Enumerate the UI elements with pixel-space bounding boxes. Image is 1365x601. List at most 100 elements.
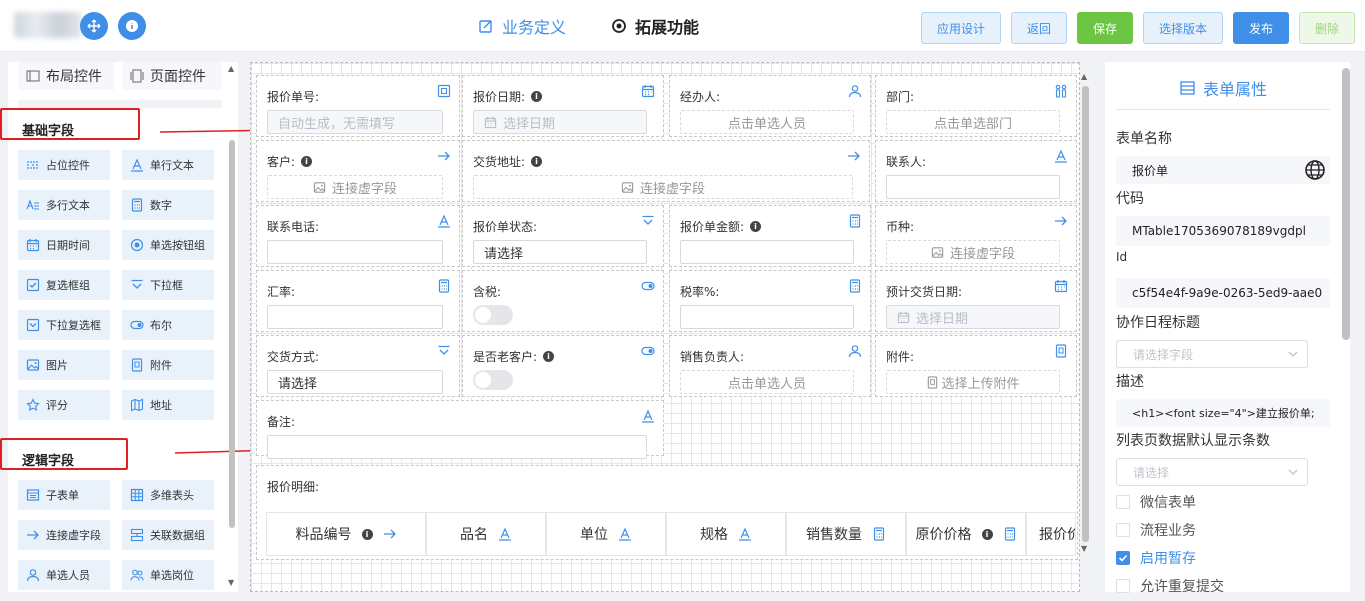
table-header-cell[interactable]: 单位 — [546, 512, 666, 556]
tab-layout-controls[interactable]: 布局控件 — [18, 62, 114, 90]
user-icon — [848, 344, 862, 358]
field-rate[interactable]: 汇率: — [256, 270, 460, 332]
field-est-delivery[interactable]: 预计交货日期: 选择日期 — [875, 270, 1077, 332]
star-icon — [26, 398, 40, 412]
field-handler[interactable]: 经办人: 点击单选人员 — [669, 75, 871, 137]
move-button[interactable] — [80, 12, 108, 40]
form-name-field[interactable]: 报价单 — [1116, 156, 1330, 184]
checkbox[interactable] — [1116, 523, 1130, 537]
schedule-title-select[interactable]: 请选择字段 — [1116, 340, 1308, 368]
field-delivery-addr[interactable]: 交货地址: i 连接虚字段 — [462, 140, 870, 202]
component-grid[interactable]: 多维表头 — [122, 480, 214, 510]
field-currency[interactable]: 币种: 连接虚字段 — [875, 205, 1077, 267]
component-radio[interactable]: 单选按钮组 — [122, 230, 214, 260]
component-star[interactable]: 评分 — [18, 390, 110, 420]
save-button[interactable]: 保存 — [1077, 12, 1133, 44]
table-header-cell[interactable]: 销售数量 — [786, 512, 906, 556]
field-delivery-method[interactable]: 交货方式: 请选择 — [256, 335, 460, 397]
component-dropdown-checkbox[interactable]: 下拉复选框 — [18, 310, 110, 340]
component-arrow-right[interactable]: 连接虚字段 — [18, 520, 110, 550]
component-image[interactable]: 图片 — [18, 350, 110, 380]
field-input[interactable]: 自动生成，无需填写 — [267, 110, 443, 134]
toggle-switch[interactable] — [473, 305, 513, 325]
component-toggle[interactable]: 布尔 — [122, 310, 214, 340]
field-remark[interactable]: 备注: — [256, 400, 664, 459]
tab-business-definition[interactable]: 业务定义 — [478, 14, 566, 38]
table-header-cell[interactable]: 原价价格 i — [906, 512, 1026, 556]
field-tax[interactable]: 含税: — [462, 270, 664, 332]
select-person-input[interactable]: 点击单选人员 — [680, 110, 854, 134]
field-tax-rate[interactable]: 税率%: — [669, 270, 871, 332]
rows-select[interactable]: 请选择 — [1116, 458, 1308, 486]
checkbox[interactable] — [1116, 579, 1130, 593]
field-phone[interactable]: 联系电话: — [256, 205, 460, 267]
app-design-button[interactable]: 应用设计 — [921, 12, 1001, 44]
component-user[interactable]: 单选人员 — [18, 560, 110, 590]
field-quote-date[interactable]: 报价日期: i 选择日期 — [462, 75, 664, 137]
toggle-switch[interactable] — [473, 370, 513, 390]
component-map[interactable]: 地址 — [122, 390, 214, 420]
table-header-cell[interactable]: 品名 — [426, 512, 546, 556]
code-field[interactable]: MTable1705369078189vgdpl — [1116, 216, 1330, 246]
text-input[interactable] — [267, 240, 443, 264]
field-customer[interactable]: 客户: i 连接虚字段 — [256, 140, 460, 202]
field-status[interactable]: 报价单状态: 请选择 — [462, 205, 664, 267]
id-field[interactable]: c5f54e4f-9a9e-0263-5ed9-aae0 — [1116, 278, 1330, 308]
component-dropdown[interactable]: 下拉框 — [122, 270, 214, 300]
upload-input[interactable]: 选择上传附件 — [886, 370, 1060, 394]
field-old-customer[interactable]: 是否老客户: i — [462, 335, 664, 397]
dropdown-icon — [437, 344, 451, 358]
checkbox-option[interactable]: 启用暂存 — [1116, 548, 1196, 568]
table-header-cell[interactable]: 料品编号 i — [266, 512, 426, 556]
select-input[interactable]: 请选择 — [267, 370, 443, 394]
info-button[interactable] — [118, 12, 146, 40]
publish-button[interactable]: 发布 — [1233, 12, 1289, 44]
choose-version-button[interactable]: 选择版本 — [1143, 12, 1223, 44]
select-person-input[interactable]: 点击单选人员 — [680, 370, 854, 394]
checkbox-option[interactable]: 允许重复提交 — [1116, 576, 1224, 596]
field-contact[interactable]: 联系人: — [875, 140, 1077, 202]
text-input[interactable] — [680, 305, 854, 329]
field-amount[interactable]: 报价单金额: i — [669, 205, 871, 267]
field-attachment[interactable]: 附件: 选择上传附件 — [875, 335, 1077, 397]
date-picker[interactable]: 选择日期 — [886, 305, 1060, 329]
date-picker[interactable]: 选择日期 — [473, 110, 647, 134]
right-scrollbar[interactable] — [1340, 62, 1352, 592]
text-input[interactable] — [680, 240, 854, 264]
component-subform[interactable]: 子表单 — [18, 480, 110, 510]
component-calculator[interactable]: 数字 — [122, 190, 214, 220]
checkbox[interactable] — [1116, 495, 1130, 509]
canvas-scrollbar[interactable]: ▲ ▼ — [1080, 68, 1092, 558]
component-calendar[interactable]: 日期时间 — [18, 230, 110, 260]
text-input[interactable] — [886, 175, 1060, 199]
back-button[interactable]: 返回 — [1011, 12, 1067, 44]
virtual-field-input[interactable]: 连接虚字段 — [267, 175, 443, 199]
tab-page-controls[interactable]: 页面控件 — [122, 62, 222, 90]
table-header-cell[interactable]: 规格 — [666, 512, 786, 556]
globe-icon[interactable] — [1304, 159, 1326, 181]
checkbox-option[interactable]: 微信表单 — [1116, 492, 1196, 512]
component-multiline-text[interactable]: 多行文本 — [18, 190, 110, 220]
component-checkbox[interactable]: 复选框组 — [18, 270, 110, 300]
component-placeholder[interactable]: 占位控件 — [18, 150, 110, 180]
text-input[interactable] — [267, 305, 443, 329]
checkbox-option[interactable]: 流程业务 — [1116, 520, 1196, 540]
virtual-field-input[interactable]: 连接虚字段 — [886, 240, 1060, 264]
component-link-data[interactable]: 关联数据组 — [122, 520, 214, 550]
select-person-input[interactable]: 点击单选部门 — [886, 110, 1060, 134]
table-header-cell[interactable]: 报价价 — [1026, 512, 1076, 556]
field-sales-owner[interactable]: 销售负责人: 点击单选人员 — [669, 335, 871, 397]
checkbox[interactable] — [1116, 551, 1130, 565]
virtual-field-input[interactable]: 连接虚字段 — [473, 175, 853, 199]
tab-extended-functions[interactable]: 拓展功能 — [611, 14, 699, 38]
left-scrollbar[interactable]: ▲ ▼ — [228, 62, 238, 592]
description-field[interactable]: <h1><font size="4">建立报价单; — [1116, 399, 1330, 427]
text-input[interactable] — [267, 435, 647, 459]
component-users[interactable]: 单选岗位 — [122, 560, 214, 590]
component-attachment[interactable]: 附件 — [122, 350, 214, 380]
field-dept[interactable]: 部门: 点击单选部门 — [875, 75, 1077, 137]
select-input[interactable]: 请选择 — [473, 240, 647, 264]
component-text-a[interactable]: 单行文本 — [122, 150, 214, 180]
field-quote-no[interactable]: 报价单号: 自动生成，无需填写 — [256, 75, 460, 137]
delete-button[interactable]: 删除 — [1299, 12, 1355, 44]
